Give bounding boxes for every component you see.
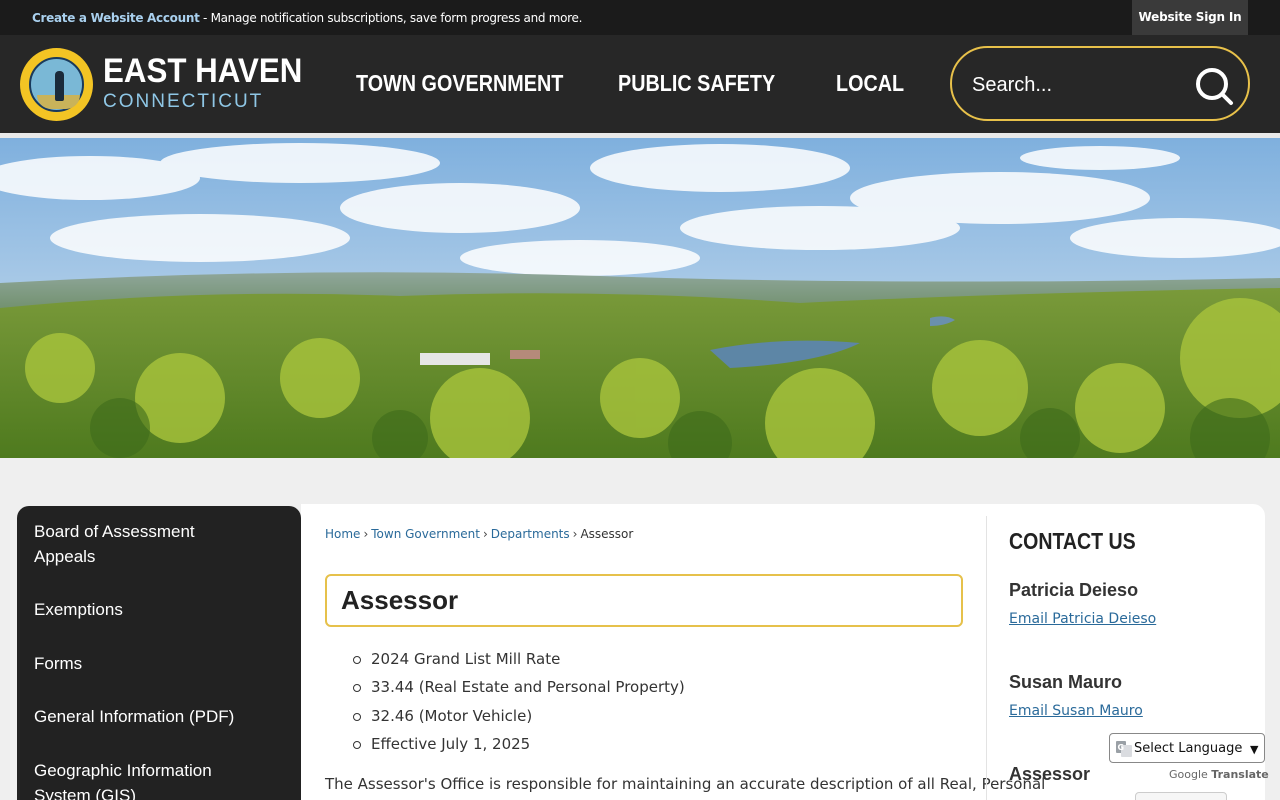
search-box [950,46,1250,121]
list-item: 32.46 (Motor Vehicle) [353,702,685,730]
nav-public-safety[interactable]: PUBLIC SAFETY [618,70,775,97]
list-item: 2024 Grand List Mill Rate [353,645,685,673]
chevron-down-icon: ▼ [1250,743,1259,756]
nav-local[interactable]: LOCAL [836,70,904,97]
breadcrumb-separator: › [482,527,488,541]
utility-bar: Create a Website Account - Manage notifi… [0,0,1280,35]
list-item: 33.44 (Real Estate and Personal Property… [353,673,685,701]
svg-text:G: G [1118,743,1125,752]
nav-town-government[interactable]: TOWN GOVERNMENT [356,70,563,97]
logo-town-name[interactable]: EAST HAVEN [103,52,302,91]
contact-name: Susan Mauro [1009,672,1123,692]
search-icon[interactable] [1194,66,1234,106]
email-patricia-link[interactable]: Email Patricia Deieso [1009,611,1156,627]
google-wordmark: Google [1169,768,1208,781]
town-seal-logo[interactable] [20,48,93,121]
contact-name: Patricia Deieso [1009,580,1139,600]
search-input[interactable] [972,68,1172,102]
minuteman-figure [55,71,64,101]
sidebar-item-exemptions[interactable]: Exemptions [34,597,254,622]
mill-rate-list: 2024 Grand List Mill Rate 33.44 (Real Es… [353,645,685,758]
breadcrumb-town-government[interactable]: Town Government [371,527,480,541]
breadcrumb-departments[interactable]: Departments [491,527,570,541]
banner-landscape-image [0,138,1280,458]
sidebar-item-board-of-assessment-appeals[interactable]: Board of Assessment Appeals [34,519,254,569]
page-title: Assessor [341,585,459,615]
sidebar-item-forms[interactable]: Forms [34,651,254,676]
website-sign-in-button[interactable]: Website Sign In [1132,0,1248,35]
breadcrumb-separator: › [572,527,578,541]
assessor-description: The Assessor's Office is responsible for… [325,775,1046,793]
language-select[interactable]: G Select Language ▼ [1109,733,1265,763]
logo-state-name[interactable]: CONNECTICUT [103,91,263,113]
translate-wordmark: Translate [1211,768,1269,781]
sidebar-item-gis[interactable]: Geographic Information System (GIS) [34,758,254,800]
utility-message-text: - Manage notification subscriptions, sav… [199,11,583,25]
translate-icon: G [1116,741,1132,757]
breadcrumb-separator: › [363,527,369,541]
partial-widget[interactable] [1135,792,1227,800]
column-divider [986,516,987,800]
breadcrumb-home[interactable]: Home [325,527,360,541]
contact-us-heading: CONTACT US [1009,528,1136,554]
page-title-box: Assessor [325,574,963,627]
language-select-label: Select Language [1134,741,1243,756]
sidebar-item-general-information[interactable]: General Information (PDF) [34,704,254,729]
breadcrumb: Home › Town Government › Departments › Assesso… [325,527,633,541]
seal-inner [29,57,84,112]
create-account-link[interactable]: Create a Website Account [32,11,200,25]
list-item: Effective July 1, 2025 [353,730,685,758]
email-susan-link[interactable]: Email Susan Mauro [1009,703,1143,719]
powered-by-google-translate[interactable]: Google Translate [1169,768,1269,781]
breadcrumb-current: Assessor [580,527,634,541]
contact-section-heading: Assessor [1009,764,1091,784]
utility-message: Create a Website Account - Manage notifi… [32,11,582,25]
